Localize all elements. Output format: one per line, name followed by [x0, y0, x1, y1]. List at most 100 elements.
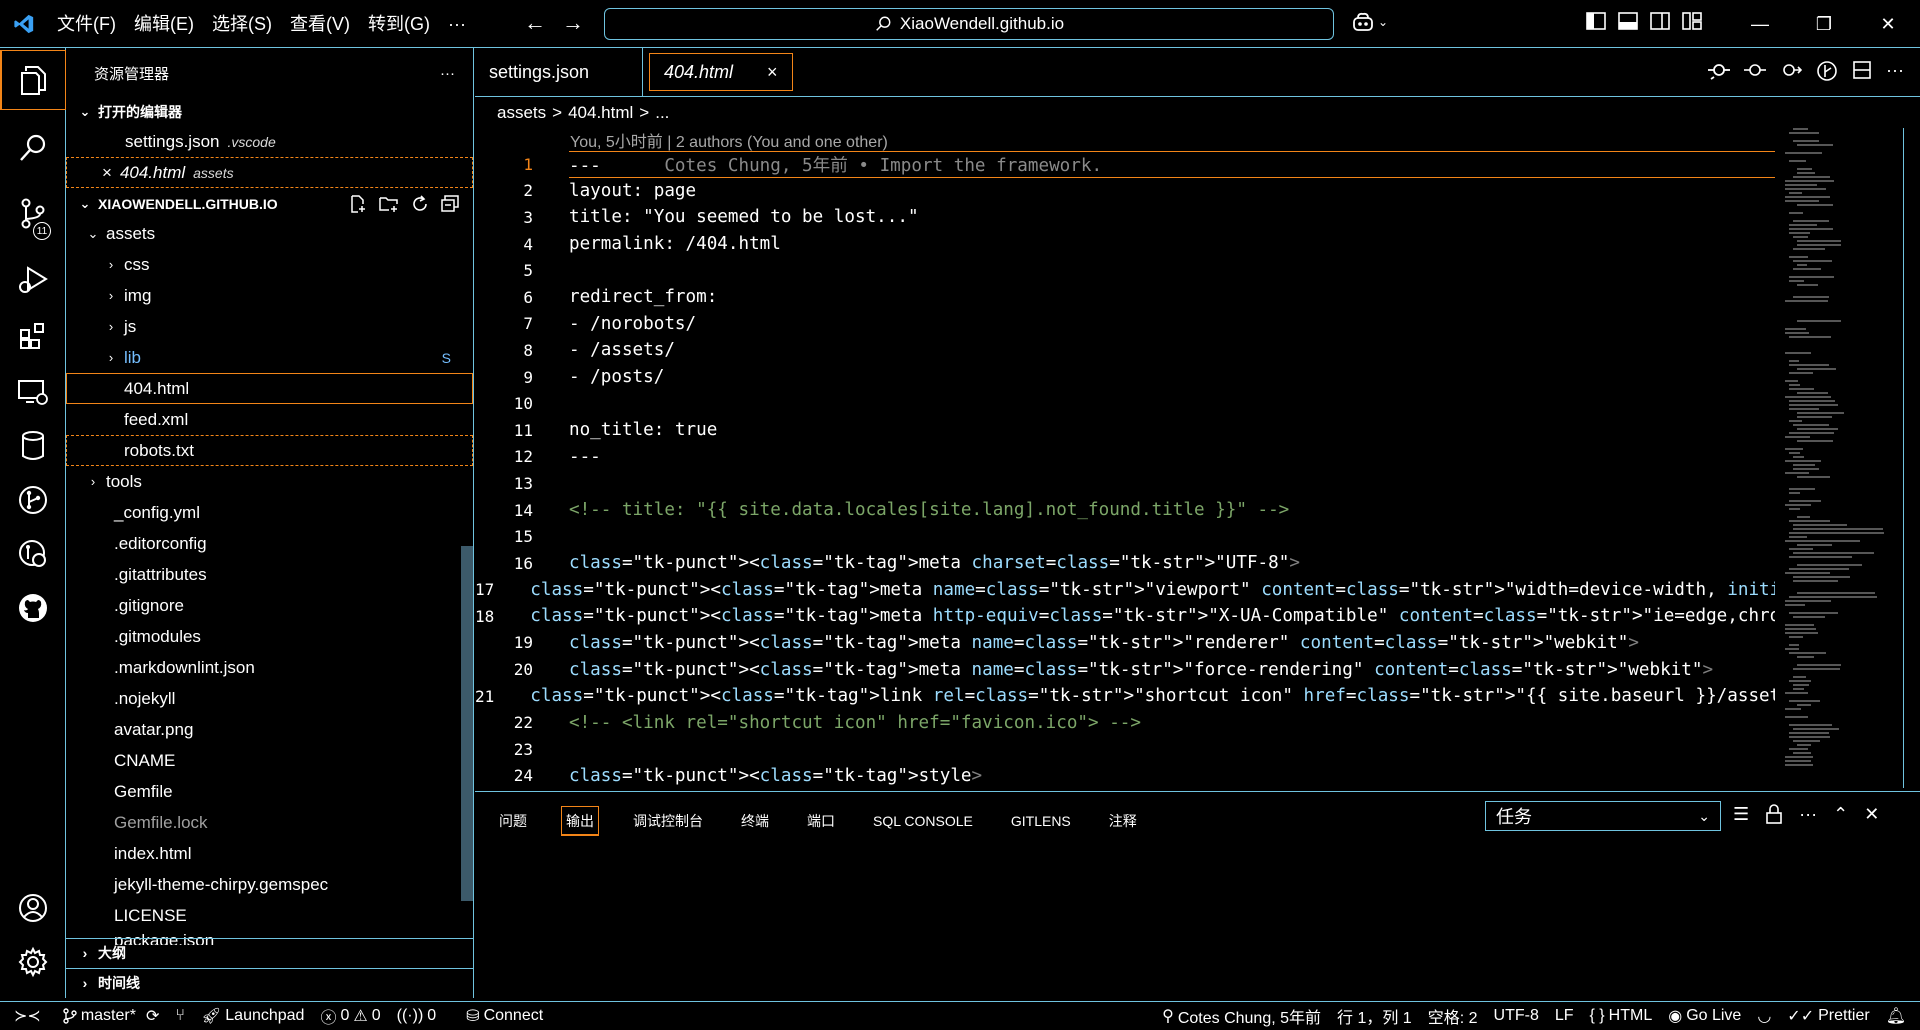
- tree-file[interactable]: jekyll-theme-chirpy.gemspec: [66, 869, 473, 900]
- tree-file[interactable]: .gitignore: [66, 590, 473, 621]
- output-channel-select[interactable]: 任务 ⌄: [1485, 801, 1721, 831]
- code-line[interactable]: 9 - /posts/: [475, 364, 1775, 391]
- open-editor-item[interactable]: × 404.html assets: [66, 157, 473, 188]
- new-file-icon[interactable]: [349, 195, 367, 213]
- extensions-icon[interactable]: [0, 306, 66, 366]
- tree-file[interactable]: .gitattributes: [66, 559, 473, 590]
- code-line[interactable]: 1 --- Cotes Chung, 5年前 • Import the frame…: [475, 151, 1775, 178]
- close-icon[interactable]: ×: [102, 163, 112, 183]
- tree-folder-img[interactable]: › img: [66, 280, 473, 311]
- explorer-more-button[interactable]: ···: [440, 65, 455, 82]
- copilot-menu[interactable]: ⌄: [1352, 12, 1388, 32]
- tree-file-404[interactable]: 404.html: [66, 373, 473, 404]
- editor-more-icon[interactable]: ···: [1886, 60, 1904, 82]
- tab-comments[interactable]: 注释: [1105, 806, 1141, 836]
- code-line[interactable]: 2 layout: page: [475, 178, 1775, 205]
- run-debug-icon[interactable]: [0, 250, 66, 310]
- tree-file[interactable]: .editorconfig: [66, 528, 473, 559]
- settings-gear-icon[interactable]: [0, 932, 66, 992]
- cursor-position[interactable]: 行 1，列 1: [1329, 1004, 1420, 1028]
- close-window-icon[interactable]: ✕: [1856, 0, 1920, 48]
- tree-file[interactable]: _config.yml: [66, 497, 473, 528]
- tab-settings-json[interactable]: settings.json: [475, 48, 643, 96]
- gitlens-icon[interactable]: [0, 470, 66, 530]
- next-change-icon[interactable]: [1780, 60, 1803, 80]
- menu-file[interactable]: 文件(F): [48, 0, 125, 48]
- tree-folder-lib[interactable]: › lib S: [66, 342, 473, 373]
- code-line[interactable]: 6 redirect_from:: [475, 284, 1775, 311]
- toggle-primary-sidebar-icon[interactable]: [1586, 12, 1606, 30]
- code-line[interactable]: 20 class="tk-punct"><class="tk-tag">meta …: [475, 656, 1775, 683]
- code-line[interactable]: 19 class="tk-punct"><class="tk-tag">meta …: [475, 630, 1775, 657]
- outline-section[interactable]: › 大纲: [66, 938, 473, 967]
- breadcrumb-folder[interactable]: assets: [497, 103, 546, 123]
- code-line[interactable]: 17 class="tk-punct"><class="tk-tag">meta …: [475, 577, 1775, 604]
- tree-file[interactable]: .markdownlint.json: [66, 652, 473, 683]
- tab-404-html[interactable]: 404.html ×: [649, 53, 793, 91]
- refresh-icon[interactable]: [411, 195, 429, 213]
- menu-view[interactable]: 查看(V): [281, 0, 359, 48]
- minimize-icon[interactable]: —: [1728, 0, 1792, 48]
- breadcrumb-file[interactable]: 404.html: [568, 103, 633, 123]
- code-line[interactable]: 3 title: "You seemed to be lost...": [475, 204, 1775, 231]
- menu-selection[interactable]: 选择(S): [203, 0, 281, 48]
- gitlens-inspect-icon[interactable]: [0, 524, 66, 584]
- tree-file[interactable]: index.html: [66, 838, 473, 869]
- code-editor[interactable]: 1 --- Cotes Chung, 5年前 • Import the frame…: [475, 151, 1775, 791]
- menu-edit[interactable]: 编辑(E): [125, 0, 203, 48]
- tree-file-robots[interactable]: robots.txt: [66, 435, 473, 466]
- source-control-icon[interactable]: 11: [0, 184, 66, 244]
- code-line[interactable]: 18 class="tk-punct"><class="tk-tag">meta …: [475, 603, 1775, 630]
- tree-folder-assets[interactable]: ⌄ assets: [66, 218, 473, 249]
- panel-more-icon[interactable]: ···: [1799, 804, 1817, 825]
- tab-debug-console[interactable]: 调试控制台: [629, 806, 707, 836]
- restore-icon[interactable]: ❐: [1792, 0, 1856, 48]
- gitlens-blame-icon[interactable]: [1816, 60, 1838, 82]
- minimap[interactable]: [1785, 128, 1905, 788]
- editor-scrollbar[interactable]: [1903, 128, 1920, 788]
- new-folder-icon[interactable]: [379, 195, 399, 213]
- code-line[interactable]: 16 class="tk-punct"><class="tk-tag">meta …: [475, 550, 1775, 577]
- forward-arrow-icon[interactable]: →: [562, 10, 584, 36]
- code-line[interactable]: 12 ---: [475, 444, 1775, 471]
- command-center-search[interactable]: XiaoWendell.github.io: [604, 8, 1334, 40]
- codelens-blame-hint[interactable]: You, 5小时前 | 2 authors (You and one other…: [570, 128, 888, 152]
- eol-status[interactable]: LF: [1547, 1007, 1582, 1025]
- git-graph-icon[interactable]: ⑂: [167, 1007, 193, 1025]
- clear-output-icon[interactable]: ☰: [1733, 804, 1749, 825]
- code-line[interactable]: 14 <!-- title: "{{ site.data.locales[site…: [475, 497, 1775, 524]
- tree-file[interactable]: Gemfile.lock: [66, 807, 473, 838]
- menu-go[interactable]: 转到(G): [359, 0, 439, 48]
- customize-layout-icon[interactable]: [1682, 12, 1702, 30]
- code-line[interactable]: 10: [475, 390, 1775, 417]
- encoding-status[interactable]: UTF-8: [1486, 1007, 1547, 1025]
- notifications-icon[interactable]: 🔔︎: [1878, 1006, 1920, 1026]
- indentation-status[interactable]: 空格: 2: [1420, 1004, 1486, 1028]
- tree-file[interactable]: avatar.png: [66, 714, 473, 745]
- blame-status[interactable]: ⚲ Cotes Chung, 5年前: [1154, 1004, 1329, 1028]
- code-line[interactable]: 5: [475, 257, 1775, 284]
- breadcrumb-symbol[interactable]: ...: [655, 103, 669, 123]
- split-editor-icon[interactable]: [1852, 60, 1872, 80]
- collapse-all-icon[interactable]: [441, 195, 459, 213]
- close-panel-icon[interactable]: ✕: [1864, 804, 1879, 825]
- golive-status[interactable]: ◉ Go Live: [1660, 1006, 1749, 1026]
- toggle-panel-icon[interactable]: [1618, 12, 1638, 30]
- toggle-secondary-sidebar-icon[interactable]: [1650, 12, 1670, 30]
- open-editors-section[interactable]: ⌄ 打开的编辑器: [66, 98, 473, 126]
- open-editor-item[interactable]: settings.json .vscode: [66, 126, 473, 157]
- tree-folder-css[interactable]: › css: [66, 249, 473, 280]
- tab-terminal[interactable]: 终端: [737, 806, 773, 836]
- prettier-status[interactable]: ✓✓ Prettier: [1779, 1006, 1877, 1026]
- lock-icon[interactable]: [1765, 804, 1783, 824]
- menu-more[interactable]: ···: [439, 0, 475, 48]
- close-icon[interactable]: ×: [767, 62, 778, 83]
- back-arrow-icon[interactable]: ←: [524, 10, 546, 36]
- timeline-section[interactable]: › 时间线: [66, 968, 473, 997]
- sync-icon[interactable]: ⟳: [146, 1006, 159, 1026]
- database-icon[interactable]: [0, 416, 66, 476]
- previous-change-icon[interactable]: [1744, 60, 1767, 80]
- maximize-panel-icon[interactable]: ⌃: [1833, 804, 1848, 825]
- tab-problems[interactable]: 问题: [495, 806, 531, 836]
- sidebar-scrollbar[interactable]: [461, 546, 473, 901]
